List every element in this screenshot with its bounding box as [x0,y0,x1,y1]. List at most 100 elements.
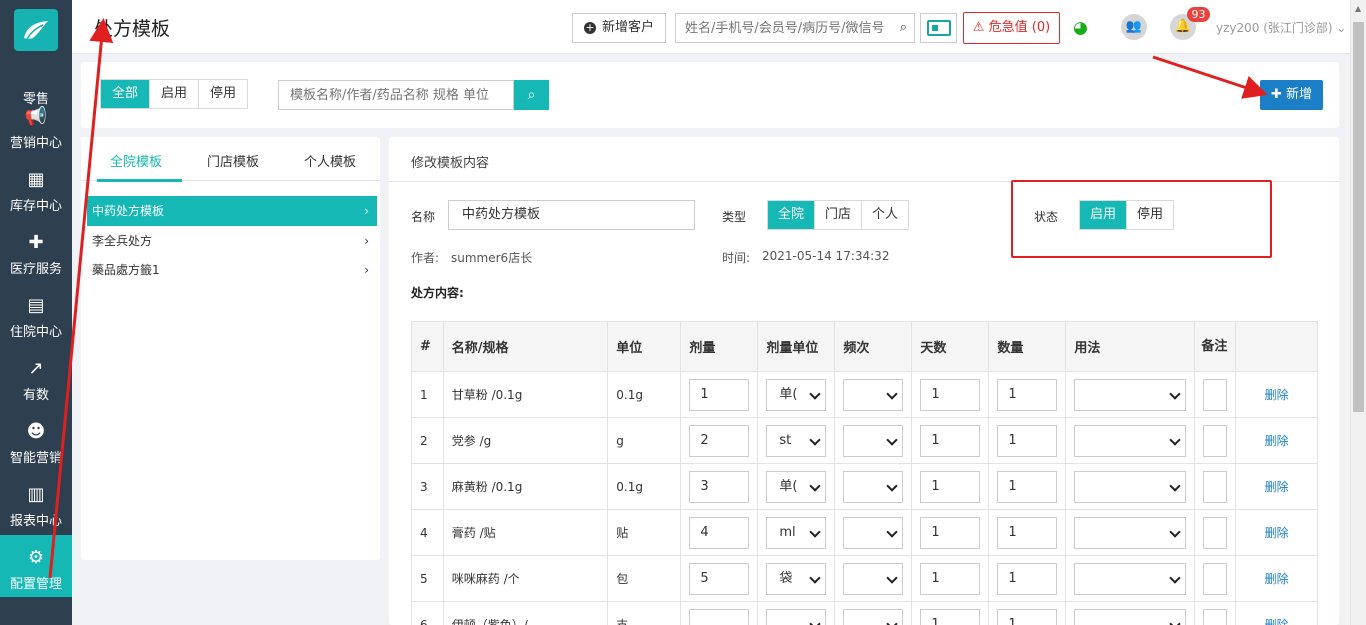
usage-select[interactable] [1074,424,1187,457]
sidebar-item-marketing[interactable]: 📢 营销中心 [0,106,72,168]
dose-input[interactable] [689,608,750,625]
frequency-select[interactable] [843,516,904,549]
wechat-icon[interactable]: ◕ [1073,18,1088,38]
frequency-select[interactable] [843,378,904,411]
sidebar-item-inventory[interactable]: ▦ 库存中心 [0,169,72,231]
app-logo[interactable] [14,9,58,51]
template-name-input[interactable]: 中药处方模板 [448,200,695,230]
quantity-input[interactable]: 1 [997,608,1058,625]
template-list-item[interactable]: 中药处方模板 › [87,196,377,226]
tab-all[interactable]: 全部 [101,80,151,108]
notification-badge: 93 [1187,7,1210,22]
frequency-select[interactable] [843,424,904,457]
usage-select[interactable] [1074,470,1187,503]
scrollbar-thumb[interactable] [1353,22,1364,412]
dose-input[interactable]: 5 [689,562,750,595]
dose-unit-select[interactable]: ml [766,516,827,549]
remark-input[interactable] [1203,562,1228,595]
tab-disabled[interactable]: 停用 [199,80,248,108]
new-customer-button[interactable]: + 新增客户 [572,13,667,43]
frequency-select[interactable] [843,562,904,595]
retail-icon [0,62,72,84]
dose-unit-select[interactable]: 单( [766,470,827,503]
id-card-button[interactable] [920,13,957,43]
global-search-input[interactable] [676,14,886,42]
delete-link[interactable]: 删除 [1265,618,1289,625]
days-input[interactable]: 1 [920,608,981,625]
delete-link[interactable]: 删除 [1265,388,1289,402]
row-index: 4 [411,509,444,556]
page-scrollbar[interactable]: ▲ [1350,0,1366,625]
usage-select[interactable] [1074,562,1187,595]
remark-input[interactable] [1203,424,1228,457]
usage-select[interactable] [1074,516,1187,549]
remark-input[interactable] [1203,516,1228,549]
type-option-store[interactable]: 门店 [815,201,863,229]
dose-input[interactable]: 1 [689,378,750,411]
dose-unit-select[interactable]: 袋 [766,562,827,595]
sidebar-item-analytics[interactable]: ↗ 有数 [0,358,72,420]
quantity-input[interactable]: 1 [997,562,1058,595]
delete-link[interactable]: 删除 [1265,480,1289,494]
usage-select[interactable] [1074,608,1187,625]
dose-unit-select[interactable] [766,608,827,625]
drug-unit: g [607,417,682,464]
chevron-down-icon: ⌄ [1336,21,1347,35]
active-tab-indicator [97,179,182,182]
megaphone-icon: 📢 [24,106,48,127]
frequency-select[interactable] [843,470,904,503]
tab-hospital-templates[interactable]: 全院模板 [110,151,162,170]
delete-link[interactable]: 删除 [1265,526,1289,540]
frequency-select[interactable] [843,608,904,625]
search-button[interactable]: ⌕ [514,80,549,110]
tab-store-templates[interactable]: 门店模板 [207,151,259,170]
quantity-input[interactable]: 1 [997,516,1058,549]
tab-personal-templates[interactable]: 个人模板 [304,151,356,170]
add-template-button[interactable]: ✚ 新增 [1260,80,1323,110]
days-input[interactable]: 1 [920,516,981,549]
col-header-dose-unit: 剂量单位 [757,321,836,372]
quantity-input[interactable]: 1 [997,470,1058,503]
sidebar-item-smart-marketing[interactable]: ☻ 智能营销 [0,421,72,483]
type-option-personal[interactable]: 个人 [862,201,909,229]
days-input[interactable]: 1 [920,562,981,595]
dose-input[interactable]: 2 [689,424,750,457]
dose-unit-select[interactable]: st [766,424,827,457]
col-header-action [1235,321,1318,372]
usage-select[interactable] [1074,378,1187,411]
dose-input[interactable]: 3 [689,470,750,503]
col-header-usage: 用法 [1065,321,1196,372]
delete-link[interactable]: 删除 [1265,434,1289,448]
sidebar-item-inpatient[interactable]: ▤ 住院中心 [0,295,72,357]
dose-input[interactable]: 4 [689,516,750,549]
search-icon[interactable]: ⌕ [900,20,907,35]
team-icon[interactable]: 👥 [1121,14,1147,40]
template-search-input[interactable] [278,80,514,110]
medical-kit-icon: ✚ [28,232,44,253]
days-input[interactable]: 1 [920,470,981,503]
remark-input[interactable] [1203,470,1228,503]
bar-chart-icon: ▥ [27,484,45,505]
table-row: 5 咪咪麻药 /个包 5 袋 1 1 删除 [411,555,1318,602]
template-list-item[interactable]: 李全兵处方 › [87,226,377,256]
dose-unit-select[interactable]: 单( [766,378,827,411]
sidebar-item-settings[interactable]: ⚙ 配置管理 [0,535,72,597]
days-input[interactable]: 1 [920,424,981,457]
days-input[interactable]: 1 [920,378,981,411]
tab-enabled[interactable]: 启用 [150,80,200,108]
type-option-hospital[interactable]: 全院 [768,201,816,229]
critical-value-button[interactable]: ⚠ 危急值 (0) [963,12,1060,44]
remark-input[interactable] [1203,608,1228,625]
prescription-table: # 名称/规格 单位 剂量 剂量单位 频次 天数 数量 用法 备注 1 甘草粉 /… [411,321,1318,625]
remark-input[interactable] [1203,378,1228,411]
scroll-up-icon[interactable]: ▲ [1355,4,1361,13]
quantity-input[interactable]: 1 [997,424,1058,457]
prescription-content-label: 处方内容: [411,286,464,300]
sidebar-item-medical[interactable]: ✚ 医疗服务 [0,232,72,294]
detail-header: 修改模板内容 [389,137,1339,182]
template-scope-tabs: 全院模板 门店模板 个人模板 [81,137,380,182]
user-menu[interactable]: yzy200 (张江门诊部) ⌄ [1216,19,1346,36]
delete-link[interactable]: 删除 [1265,572,1289,586]
quantity-input[interactable]: 1 [997,378,1058,411]
template-list-item[interactable]: 藥品處方籤1 › [87,255,377,285]
